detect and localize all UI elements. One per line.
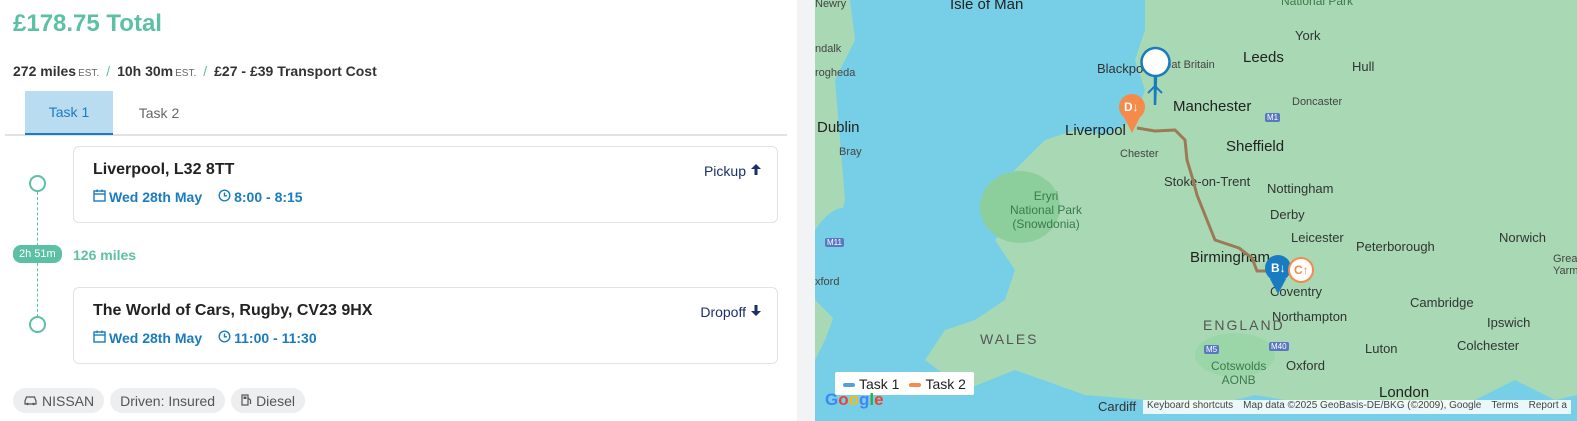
dropoff-schedule: Wed 28th May 11:00 - 11:30 xyxy=(93,330,317,346)
marker-b-letter: B xyxy=(1271,261,1280,275)
driven-chip: Driven: Insured xyxy=(110,388,226,413)
fuel-icon xyxy=(241,393,256,409)
map-data-text: Map data ©2025 GeoBasis-DE/BKG (©2009), … xyxy=(1243,400,1482,411)
pickup-timeline-dot xyxy=(29,175,46,192)
pickup-label: Pickup xyxy=(703,163,746,179)
dropoff-label: Dropoff xyxy=(700,304,746,320)
google-logo: Google xyxy=(825,390,884,409)
car-icon xyxy=(23,393,42,409)
route-map[interactable]: Isle of Man Newry ndalk rogheda Dublin B… xyxy=(815,0,1577,421)
separator: / xyxy=(106,63,111,79)
task-tabs: Task 1 Task 2 xyxy=(5,91,787,136)
pickup-schedule: Wed 28th May 8:00 - 8:15 xyxy=(93,189,303,205)
marker-a[interactable] xyxy=(1140,46,1171,106)
dropoff-address: The World of Cars, Rugby, CV23 9HX xyxy=(93,302,373,319)
fuel-label: Diesel xyxy=(256,392,295,409)
dropoff-time: 11:00 - 11:30 xyxy=(234,330,317,346)
clock-icon xyxy=(218,189,231,205)
clock-icon xyxy=(218,330,231,346)
leg-distance: 126 miles xyxy=(73,247,137,263)
vehicle-chips: NISSAN Driven: Insured Diesel xyxy=(13,388,305,413)
marker-d-letter: D xyxy=(1124,100,1133,114)
marker-c-label: C↑ xyxy=(1294,263,1309,277)
task-panel: £178.75 Total 272 miles EST./10h 30m EST. /… xyxy=(0,0,797,421)
pickup-card[interactable]: Liverpool, L32 8TT Wed 28th May 8:00 - 8… xyxy=(73,146,778,223)
dropoff-card[interactable]: The World of Cars, Rugby, CV23 9HX Wed 2… xyxy=(73,287,778,364)
arrow-up-icon xyxy=(746,163,762,179)
trip-summary: 272 miles EST./10h 30m EST. / £27 - £39 Tran… xyxy=(13,63,377,79)
leg-duration-badge: 2h 51m xyxy=(13,245,62,263)
pickup-action[interactable]: Pickup xyxy=(704,163,762,179)
marker-b-label: B↓ xyxy=(1271,261,1286,275)
pickup-date: Wed 28th May xyxy=(109,189,203,205)
duration-value: 10h 30m xyxy=(117,63,174,79)
make-chip: NISSAN xyxy=(13,388,105,413)
route-overlay xyxy=(1119,46,1314,294)
arrow-down-icon xyxy=(746,304,762,320)
pickup-address: Liverpool, L32 8TT xyxy=(93,161,235,178)
legend-task-2: Task 2 xyxy=(909,375,966,392)
total-price: £178.75 Total xyxy=(13,10,162,37)
transport-cost: £27 - £39 Transport Cost xyxy=(214,63,377,79)
marker-d-label: D↓ xyxy=(1124,100,1139,114)
keyboard-shortcuts-link[interactable]: Keyboard shortcuts xyxy=(1147,400,1233,414)
distance-value: 272 miles xyxy=(13,63,77,79)
map-attribution: Keyboard shortcuts Map data ©2025 GeoBas… xyxy=(1143,400,1571,414)
driven-label: Driven: Insured xyxy=(120,392,216,409)
tab-task-1[interactable]: Task 1 xyxy=(25,91,113,135)
dropoff-action[interactable]: Dropoff xyxy=(700,304,762,320)
dropoff-timeline-dot xyxy=(29,316,46,333)
legend-swatch-task-2 xyxy=(909,382,922,387)
calendar-icon xyxy=(93,330,106,346)
make-label: NISSAN xyxy=(42,392,95,409)
route-line xyxy=(1136,126,1277,273)
panel-divider xyxy=(797,0,815,421)
pickup-time: 8:00 - 8:15 xyxy=(234,189,303,205)
legend-swatch-task-1 xyxy=(843,382,855,387)
report-link[interactable]: Report a xyxy=(1529,400,1567,414)
calendar-icon xyxy=(93,189,106,205)
terms-link[interactable]: Terms xyxy=(1491,400,1518,414)
fuel-chip: Diesel xyxy=(231,388,305,413)
legend-label-task-2: Task 2 xyxy=(925,375,966,392)
duration-est: EST. xyxy=(175,68,197,79)
distance-est: EST. xyxy=(78,68,100,79)
marker-c-letter: C xyxy=(1294,263,1303,277)
tab-task-2[interactable]: Task 2 xyxy=(115,91,203,135)
separator: / xyxy=(203,63,208,79)
dropoff-date: Wed 28th May xyxy=(109,330,203,346)
